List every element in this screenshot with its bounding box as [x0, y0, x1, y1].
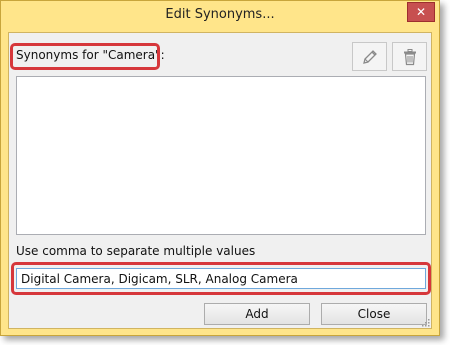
label-highlight	[10, 43, 160, 70]
synonyms-list[interactable]	[16, 76, 426, 235]
close-button[interactable]: Close	[321, 303, 427, 325]
edit-button[interactable]	[352, 42, 387, 71]
title-bar[interactable]: Edit Synonyms... ✕	[1, 1, 439, 31]
dialog-title: Edit Synonyms...	[165, 7, 275, 22]
input-highlight	[11, 262, 431, 295]
delete-button[interactable]	[392, 42, 427, 71]
pencil-icon	[362, 49, 377, 64]
window-close-button[interactable]: ✕	[407, 2, 435, 22]
edit-synonyms-dialog: Edit Synonyms... ✕ Synonyms for "Camera"…	[0, 0, 440, 336]
resize-grip-icon[interactable]	[422, 319, 430, 327]
add-button[interactable]: Add	[204, 303, 310, 325]
dialog-body: Synonyms for "Camera": Use comma to sepa…	[8, 32, 432, 329]
separator-hint: Use comma to separate multiple values	[16, 244, 256, 258]
trash-icon	[403, 48, 416, 65]
